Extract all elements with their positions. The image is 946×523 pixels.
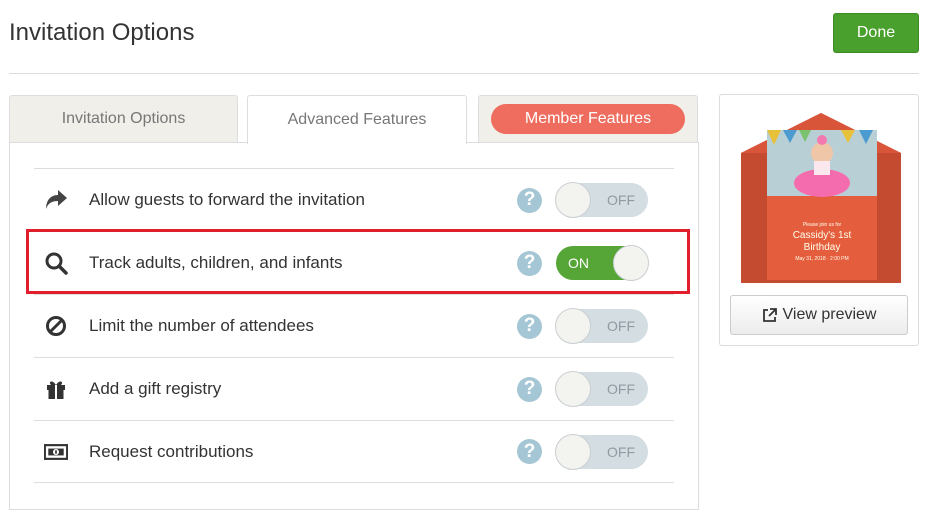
feature-label: Track adults, children, and infants [89,253,343,272]
external-link-icon [762,307,777,322]
card-title-line1: Cassidy's 1st [793,230,852,241]
header-divider [9,73,919,74]
feature-label: Request contributions [89,441,254,461]
feature-row-track: Track adults, children, and infants ? ON [34,231,674,294]
card-title-line2: Birthday [804,242,841,253]
feature-row-limit: Limit the number of attendees ? OFF [34,294,674,357]
card-date: May 31, 2018 · 2:00 PM [795,256,848,262]
contributions-toggle[interactable]: OFF [555,433,648,470]
forward-toggle[interactable]: OFF [555,182,648,218]
toggle-knob [555,182,591,218]
feature-label: Allow guests to forward the invitation [89,190,365,209]
feature-label: Add a gift registry [89,379,222,398]
view-preview-label: View preview [782,306,877,323]
page-title: Invitation Options [9,19,195,46]
toggle-knob [555,308,591,344]
track-toggle[interactable]: ON [556,245,649,281]
money-bill-icon [44,440,68,464]
feature-label: Limit the number of attendees [89,316,314,335]
tab-label: Invitation Options [61,110,186,127]
help-icon[interactable]: ? [517,187,542,213]
tab-invitation-options[interactable]: Invitation Options [9,95,238,143]
done-button[interactable]: Done [833,13,919,53]
magnifier-icon [44,251,68,275]
help-icon[interactable]: ? [517,250,542,276]
toggle-state: ON [568,255,589,271]
toggle-knob [555,371,591,407]
prohibited-icon [44,314,68,338]
tab-label: Advanced Features [287,111,427,128]
toggle-knob [613,245,649,281]
share-arrow-icon [44,188,68,212]
toggle-state: OFF [607,443,635,460]
registry-toggle[interactable]: OFF [555,371,648,407]
member-features-pill: Member Features [491,104,685,134]
toggle-state: OFF [607,192,635,208]
invitation-thumbnail: Please join us for Cassidy's 1st Birthda… [741,113,901,283]
gift-icon [44,377,68,401]
help-icon[interactable]: ? [517,439,542,464]
limit-toggle[interactable]: OFF [555,308,648,344]
tab-advanced-features[interactable]: Advanced Features [247,95,467,144]
view-preview-button[interactable]: View preview [730,295,908,335]
invitation-preview-card: Please join us for Cassidy's 1st Birthda… [719,94,919,346]
card-small-text: Please join us for [803,222,842,228]
help-icon[interactable]: ? [517,313,542,339]
toggle-knob [555,433,591,470]
feature-list: Allow guests to forward the invitation ?… [34,168,674,483]
tab-member-features[interactable]: Member Features [478,95,698,143]
feature-row-registry: Add a gift registry ? OFF [34,357,674,420]
toggle-state: OFF [607,318,635,334]
feature-row-forward: Allow guests to forward the invitation ?… [34,168,674,231]
help-icon[interactable]: ? [517,376,542,402]
toggle-state: OFF [607,381,635,397]
feature-row-contributions: Request contributions ? OFF [34,420,674,483]
